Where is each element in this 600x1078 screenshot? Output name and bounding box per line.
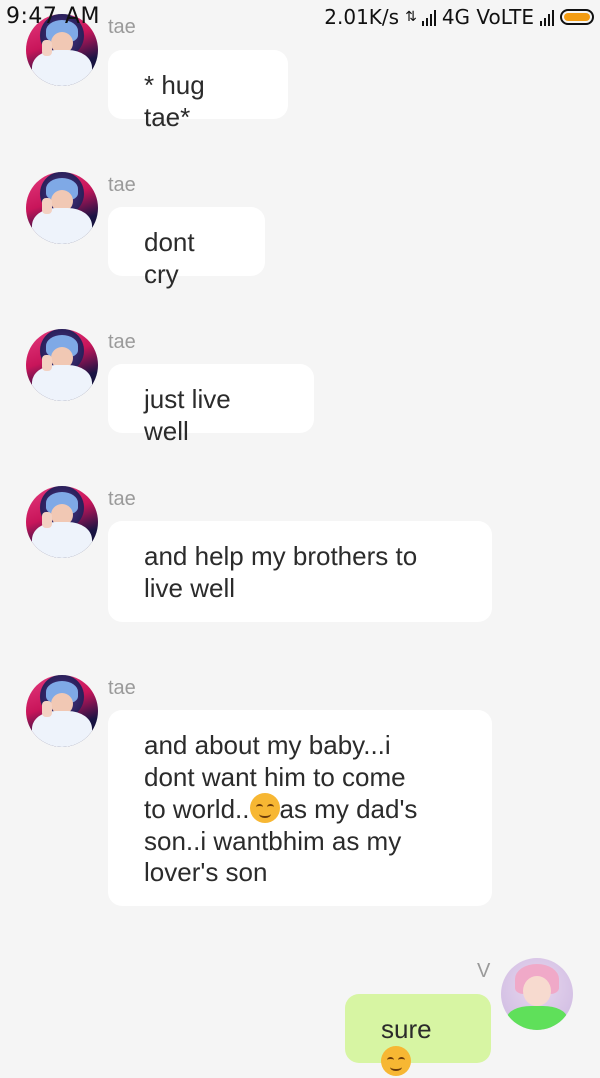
signal-bars-icon-2 — [540, 8, 554, 26]
status-time: 9:47 AM — [6, 4, 100, 29]
message-text: * hug tae* — [144, 70, 205, 132]
message-line-part: as my dad's — [279, 794, 418, 824]
message-line: son..i wantbhim as my — [144, 825, 402, 856]
message-line-part: to world.. — [144, 794, 250, 824]
status-bar: 9:47 AM 2.01K/s ⇅ 4G VoLTE — [0, 0, 600, 34]
message-bubble[interactable]: and help my brothers to live well — [108, 521, 492, 622]
message-text: just live well — [144, 384, 231, 446]
data-transfer-icon: ⇅ — [405, 9, 417, 25]
message-line: lover's son — [144, 857, 268, 887]
message-line: live well — [144, 572, 236, 603]
avatar-tae[interactable] — [26, 329, 98, 401]
message-bubble[interactable]: and about my baby...i dont want him to c… — [108, 710, 492, 906]
battery-fill — [564, 13, 590, 21]
message-line: dont want him to come — [144, 761, 406, 792]
sender-name: V — [477, 960, 491, 982]
message-bubble-outgoing[interactable]: sure — [345, 994, 491, 1076]
network-speed: 2.01K/s — [324, 5, 400, 29]
message-line: and help my brothers to — [144, 541, 418, 571]
message-bubble[interactable]: just live well — [108, 364, 314, 446]
smiling-face-emoji-icon — [249, 793, 280, 823]
sender-name: tae — [108, 174, 136, 196]
sender-name: tae — [108, 488, 136, 510]
status-right: 2.01K/s ⇅ 4G VoLTE — [324, 5, 594, 29]
message-line: and about my baby...i — [144, 730, 391, 760]
network-type: 4G VoLTE — [441, 5, 534, 29]
message-line: to world.. as my dad's — [144, 793, 456, 826]
smiling-face-emoji-icon — [381, 1045, 411, 1076]
sender-name: tae — [108, 331, 136, 353]
message-text: sure — [381, 1014, 432, 1044]
avatar-v[interactable] — [501, 958, 573, 1030]
message-text: dont cry — [144, 227, 195, 289]
avatar-tae[interactable] — [26, 675, 98, 747]
battery-icon — [560, 9, 594, 25]
sender-name: tae — [108, 677, 136, 699]
signal-bars-icon — [421, 8, 436, 26]
message-bubble[interactable]: * hug tae* — [108, 50, 288, 132]
avatar-tae[interactable] — [26, 172, 98, 244]
message-bubble[interactable]: dont cry — [108, 207, 265, 289]
avatar-tae[interactable] — [26, 486, 98, 558]
